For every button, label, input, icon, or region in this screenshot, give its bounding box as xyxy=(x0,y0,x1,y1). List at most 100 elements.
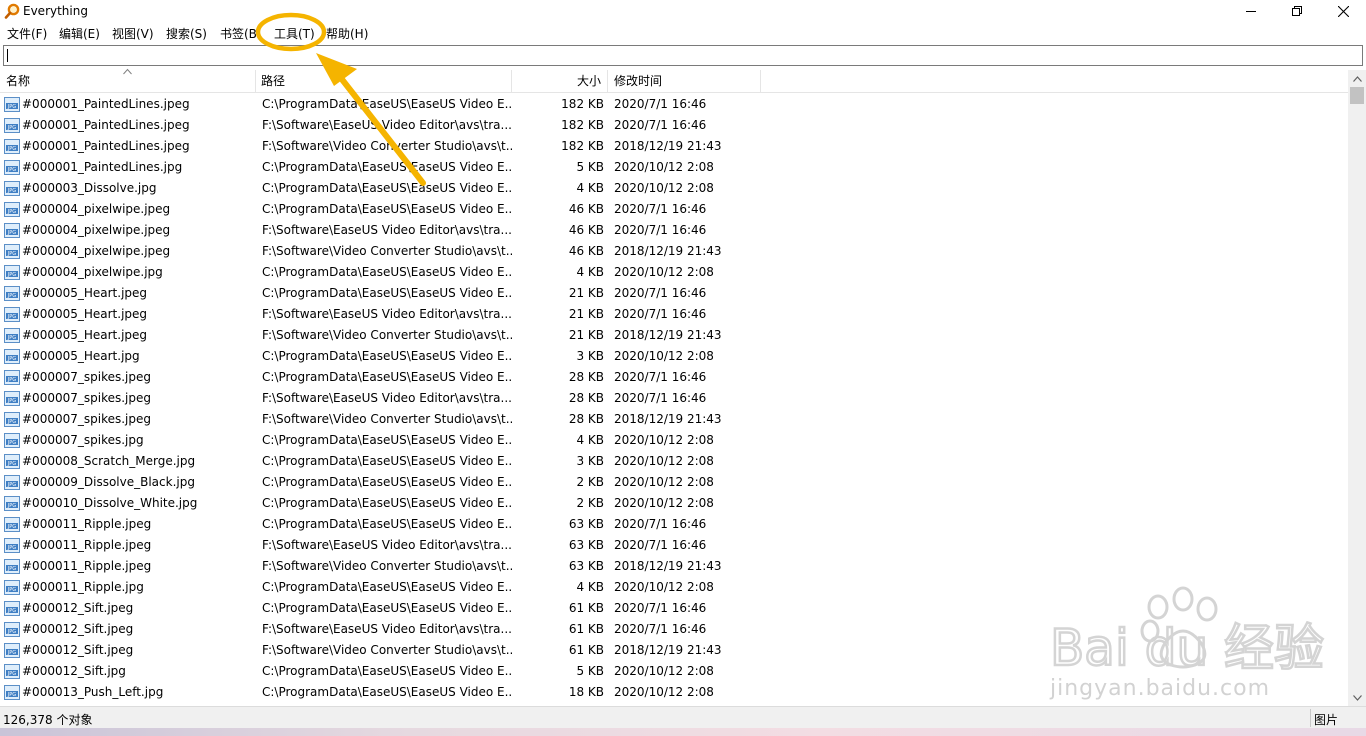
svg-text:JPG: JPG xyxy=(7,251,16,257)
file-name: #000005_Heart.jpeg xyxy=(22,286,148,300)
table-row[interactable]: JPG #000001_PaintedLines.jpg C:\ProgramD… xyxy=(0,157,1348,178)
table-row[interactable]: JPG #000011_Ripple.jpeg F:\Software\Ease… xyxy=(0,535,1348,556)
file-size: 3 KB xyxy=(576,454,604,468)
minimize-button[interactable] xyxy=(1228,0,1274,22)
menu-search[interactable]: 搜索(S) xyxy=(166,25,207,42)
svg-text:JPG: JPG xyxy=(7,419,16,425)
file-size: 63 KB xyxy=(568,559,604,573)
column-name-header[interactable]: 名称 xyxy=(0,68,256,92)
file-path: C:\ProgramData\EaseUS\EaseUS Video E... xyxy=(262,685,512,699)
jpg-file-icon: JPG xyxy=(4,97,20,112)
file-modified: 2020/7/1 16:46 xyxy=(614,97,707,111)
file-name: #000009_Dissolve_Black.jpg xyxy=(22,475,195,489)
file-modified: 2020/10/12 2:08 xyxy=(614,664,714,678)
scroll-down-button[interactable] xyxy=(1348,689,1366,706)
column-path-header[interactable]: 路径 xyxy=(256,70,512,92)
jpg-file-icon: JPG xyxy=(4,349,20,364)
filter-indicator[interactable]: 图片 xyxy=(1314,711,1338,728)
table-row[interactable]: JPG #000001_PaintedLines.jpeg F:\Softwar… xyxy=(0,115,1348,136)
menu-file[interactable]: 文件(F) xyxy=(7,25,47,42)
close-icon xyxy=(1337,5,1349,17)
column-size-header[interactable]: 大小 xyxy=(512,70,608,92)
jpg-file-icon: JPG xyxy=(4,454,20,469)
scroll-up-button[interactable] xyxy=(1348,70,1366,87)
menu-bookmarks[interactable]: 书签(B) xyxy=(220,25,258,42)
file-path: C:\ProgramData\EaseUS\EaseUS Video E... xyxy=(262,517,512,531)
search-input[interactable] xyxy=(4,46,1362,65)
table-row[interactable]: JPG #000004_pixelwipe.jpeg F:\Software\V… xyxy=(0,241,1348,262)
status-bar: 126,378 个对象 图片 xyxy=(0,706,1366,728)
jpg-file-icon: JPG xyxy=(4,160,20,175)
file-name: #000007_spikes.jpeg xyxy=(22,391,151,405)
table-row[interactable]: JPG #000010_Dissolve_White.jpg C:\Progra… xyxy=(0,493,1348,514)
table-row[interactable]: JPG #000005_Heart.jpeg F:\Software\EaseU… xyxy=(0,304,1348,325)
file-path: C:\ProgramData\EaseUS\EaseUS Video E... xyxy=(262,664,512,678)
svg-text:JPG: JPG xyxy=(7,125,16,131)
file-size: 61 KB xyxy=(568,622,604,636)
window-title: Everything xyxy=(23,4,88,18)
jpg-file-icon: JPG xyxy=(4,391,20,406)
menu-help[interactable]: 帮助(H) xyxy=(326,25,368,42)
table-row[interactable]: JPG #000004_pixelwipe.jpg C:\ProgramData… xyxy=(0,262,1348,283)
jpg-file-icon: JPG xyxy=(4,517,20,532)
search-box[interactable] xyxy=(3,45,1363,66)
menu-bar: 文件(F) 编辑(E) 视图(V) 搜索(S) 书签(B) 工具(T) 帮助(H… xyxy=(0,22,1366,42)
table-row[interactable]: JPG #000004_pixelwipe.jpeg F:\Software\E… xyxy=(0,220,1348,241)
table-row[interactable]: JPG #000005_Heart.jpg C:\ProgramData\Eas… xyxy=(0,346,1348,367)
file-name: #000005_Heart.jpeg xyxy=(22,307,148,321)
table-row[interactable]: JPG #000009_Dissolve_Black.jpg C:\Progra… xyxy=(0,472,1348,493)
table-row[interactable]: JPG #000008_Scratch_Merge.jpg C:\Program… xyxy=(0,451,1348,472)
column-date-header[interactable]: 修改时间 xyxy=(608,70,761,92)
file-modified: 2020/10/12 2:08 xyxy=(614,580,714,594)
table-row[interactable]: JPG #000001_PaintedLines.jpeg C:\Program… xyxy=(0,94,1348,115)
table-row[interactable]: JPG #000007_spikes.jpeg C:\ProgramData\E… xyxy=(0,367,1348,388)
table-row[interactable]: JPG #000005_Heart.jpeg C:\ProgramData\Ea… xyxy=(0,283,1348,304)
file-modified: 2020/10/12 2:08 xyxy=(614,685,714,699)
file-path: F:\Software\Video Converter Studio\avs\t… xyxy=(262,559,512,573)
file-modified: 2018/12/19 21:43 xyxy=(614,328,722,342)
restore-button[interactable] xyxy=(1274,0,1320,22)
watermark-brand: Bai du 经验 xyxy=(1050,619,1324,677)
jpg-file-icon: JPG xyxy=(4,412,20,427)
file-name: #000007_spikes.jpg xyxy=(22,433,144,447)
file-name: #000008_Scratch_Merge.jpg xyxy=(22,454,196,468)
scroll-thumb[interactable] xyxy=(1350,87,1364,104)
menu-tools[interactable]: 工具(T) xyxy=(274,25,315,42)
table-row[interactable]: JPG #000011_Ripple.jpeg C:\ProgramData\E… xyxy=(0,514,1348,535)
svg-text:JPG: JPG xyxy=(7,230,16,236)
file-name: #000001_PaintedLines.jpeg xyxy=(22,97,190,111)
file-path: F:\Software\Video Converter Studio\avs\t… xyxy=(262,412,512,426)
table-row[interactable]: JPG #000003_Dissolve.jpg C:\ProgramData\… xyxy=(0,178,1348,199)
file-path: C:\ProgramData\EaseUS\EaseUS Video E... xyxy=(262,433,512,447)
file-name: #000007_spikes.jpeg xyxy=(22,412,151,426)
file-name: #000004_pixelwipe.jpg xyxy=(22,265,163,279)
file-size: 4 KB xyxy=(576,433,604,447)
table-row[interactable]: JPG #000011_Ripple.jpeg F:\Software\Vide… xyxy=(0,556,1348,577)
jpg-file-icon: JPG xyxy=(4,496,20,511)
file-size: 3 KB xyxy=(576,349,604,363)
file-size: 182 KB xyxy=(561,118,604,132)
file-modified: 2020/10/12 2:08 xyxy=(614,160,714,174)
table-row[interactable]: JPG #000005_Heart.jpeg F:\Software\Video… xyxy=(0,325,1348,346)
file-modified: 2020/7/1 16:46 xyxy=(614,538,707,552)
menu-view[interactable]: 视图(V) xyxy=(112,25,154,42)
file-name: #000012_Sift.jpeg xyxy=(22,622,134,636)
file-path: C:\ProgramData\EaseUS\EaseUS Video E... xyxy=(262,265,512,279)
table-row[interactable]: JPG #000007_spikes.jpeg F:\Software\Vide… xyxy=(0,409,1348,430)
file-name: #000004_pixelwipe.jpeg xyxy=(22,244,171,258)
file-modified: 2020/7/1 16:46 xyxy=(614,370,707,384)
jpg-file-icon: JPG xyxy=(4,202,20,217)
vertical-scrollbar[interactable] xyxy=(1348,70,1366,706)
close-button[interactable] xyxy=(1320,0,1366,22)
table-row[interactable]: JPG #000001_PaintedLines.jpeg F:\Softwar… xyxy=(0,136,1348,157)
table-row[interactable]: JPG #000007_spikes.jpeg F:\Software\Ease… xyxy=(0,388,1348,409)
file-modified: 2020/10/12 2:08 xyxy=(614,496,714,510)
jpg-file-icon: JPG xyxy=(4,601,20,616)
svg-text:JPG: JPG xyxy=(7,692,16,698)
file-size: 4 KB xyxy=(576,265,604,279)
table-row[interactable]: JPG #000007_spikes.jpg C:\ProgramData\Ea… xyxy=(0,430,1348,451)
table-row[interactable]: JPG #000004_pixelwipe.jpeg C:\ProgramDat… xyxy=(0,199,1348,220)
file-path: C:\ProgramData\EaseUS\EaseUS Video E... xyxy=(262,475,512,489)
menu-edit[interactable]: 编辑(E) xyxy=(59,25,100,42)
svg-text:JPG: JPG xyxy=(7,482,16,488)
